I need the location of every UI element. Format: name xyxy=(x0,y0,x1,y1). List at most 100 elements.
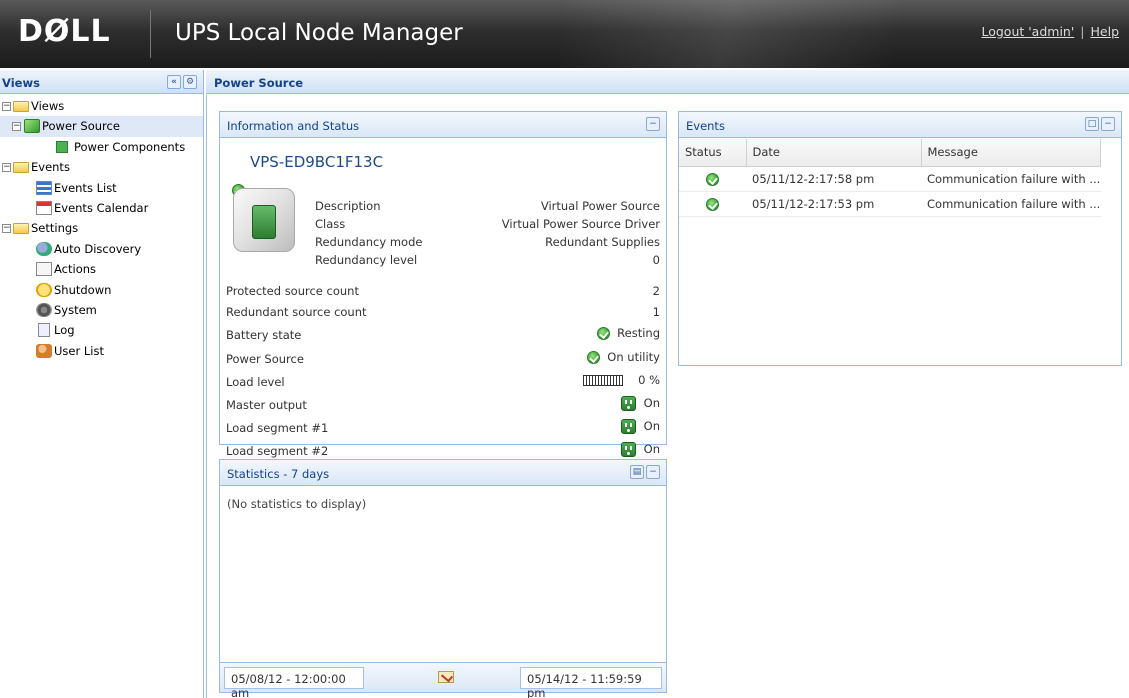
page-title: Power Source xyxy=(214,76,304,90)
status-value: Resting xyxy=(617,326,660,340)
date-cell: 05/11/12-2:17:53 pm xyxy=(746,191,921,217)
collapse-left-icon[interactable]: « xyxy=(167,75,181,89)
table-row[interactable]: 05/11/12-2:17:58 pm Communication failur… xyxy=(679,166,1101,192)
maximize-icon[interactable]: □ xyxy=(1085,117,1099,131)
settings-gear-icon[interactable]: ⚙ xyxy=(183,75,197,89)
master-output-value: On xyxy=(621,396,660,411)
tree-item-label: Log xyxy=(54,323,75,338)
portlet-title: Events xyxy=(686,119,725,133)
info-status-portlet: Information and Status − VPS-ED9BC1F13C … xyxy=(219,111,667,458)
tree-item-power-components[interactable]: Power Components xyxy=(0,137,203,157)
status-label: Load segment #1 xyxy=(226,421,329,435)
detail-label: Class xyxy=(315,217,346,231)
status-label: Redundant source count xyxy=(226,305,367,319)
events-header-row: Status Date Message xyxy=(679,139,1101,167)
table-view-icon[interactable]: ▤ xyxy=(630,465,644,479)
end-date-field[interactable]: 05/14/12 - 11:59:59 pm xyxy=(520,667,662,698)
tree-item-auto-discovery[interactable]: Auto Discovery xyxy=(0,239,203,259)
events-calendar-icon xyxy=(36,200,52,215)
tree-item-settings[interactable]: − Settings xyxy=(0,218,203,238)
power-source-value: On utility xyxy=(586,350,660,364)
tree-item-user-list[interactable]: User List xyxy=(0,341,203,361)
tree-item-shutdown[interactable]: Shutdown xyxy=(0,280,203,300)
message-cell: Communication failure with ... xyxy=(921,166,1101,192)
status-label: Load level xyxy=(226,375,285,389)
status-value: 0 % xyxy=(638,373,660,387)
status-cell xyxy=(679,166,746,192)
message-cell: Communication failure with ... xyxy=(921,191,1101,217)
column-header-message[interactable]: Message xyxy=(921,139,1101,167)
minimize-icon[interactable]: − xyxy=(1101,117,1115,131)
status-cell xyxy=(679,191,746,217)
tree-item-events[interactable]: − Events xyxy=(0,157,203,177)
tree-toggle-icon[interactable]: − xyxy=(2,163,11,173)
tree-item-system[interactable]: System xyxy=(0,300,203,320)
minimize-icon[interactable]: − xyxy=(646,117,660,131)
start-date-field[interactable]: 05/08/12 - 12:00:00 am xyxy=(224,667,364,698)
detail-label: Description xyxy=(315,199,381,213)
status-label: Load segment #2 xyxy=(226,444,329,458)
help-link[interactable]: Help xyxy=(1091,24,1120,39)
date-cell: 05/11/12-2:17:58 pm xyxy=(746,166,921,192)
tree-item-label: Shutdown xyxy=(54,282,112,297)
header-shine xyxy=(560,0,980,68)
app-title: UPS Local Node Manager xyxy=(175,20,463,46)
tree-item-actions[interactable]: Actions xyxy=(0,259,203,279)
auto-discovery-icon xyxy=(36,241,52,256)
tree-item-power-source[interactable]: − Power Source xyxy=(0,116,203,137)
minimize-icon[interactable]: − xyxy=(646,465,660,479)
date-range-icon[interactable] xyxy=(438,671,454,683)
status-label: Protected source count xyxy=(226,284,359,298)
logout-link[interactable]: Logout 'admin' xyxy=(981,24,1074,39)
tree-item-label: Power Components xyxy=(74,139,186,154)
segment1-value: On xyxy=(621,419,660,434)
actions-icon xyxy=(36,262,52,277)
date-range-bar: 05/08/12 - 12:00:00 am 05/14/12 - 11:59:… xyxy=(220,662,666,698)
tree-item-views[interactable]: − Views xyxy=(0,96,203,116)
status-label: Power Source xyxy=(226,352,304,366)
portlet-tools: ▤ − xyxy=(628,465,660,479)
events-header: Events □ − xyxy=(679,112,1121,138)
tree-item-label: Settings xyxy=(31,221,79,236)
tree-toggle-icon[interactable]: − xyxy=(2,102,11,111)
segment2-value: On xyxy=(621,442,660,457)
status-label: Battery state xyxy=(226,328,302,342)
column-header-date[interactable]: Date xyxy=(746,139,922,167)
user-list-icon xyxy=(36,343,52,358)
link-separator: | xyxy=(1080,24,1085,39)
tree-item-log[interactable]: Log xyxy=(0,320,203,340)
table-row[interactable]: 05/11/12-2:17:53 pm Communication failur… xyxy=(679,191,1101,217)
status-value: 1 xyxy=(652,305,660,319)
events-list-icon xyxy=(36,180,52,195)
outlet-icon xyxy=(621,442,637,457)
tree-toggle-icon[interactable]: − xyxy=(2,224,11,234)
portlet-tools: − xyxy=(644,117,660,131)
check-icon xyxy=(586,351,600,364)
main-panel-header: Power Source xyxy=(206,70,1129,94)
status-value: 2 xyxy=(652,284,660,298)
portlet-tools: □ − xyxy=(1083,117,1115,131)
status-value: On utility xyxy=(607,350,660,364)
tree-toggle-icon[interactable]: − xyxy=(12,122,21,132)
device-name[interactable]: VPS-ED9BC1F13C xyxy=(250,153,383,171)
check-icon xyxy=(706,172,719,186)
folder-icon xyxy=(13,162,29,174)
tree-item-label: Events List xyxy=(54,180,117,195)
ups-device-icon xyxy=(233,188,295,252)
views-panel-title: Views xyxy=(2,76,40,90)
dell-logo: DØLL xyxy=(18,14,111,49)
folder-icon xyxy=(13,223,29,235)
outlet-icon xyxy=(621,396,637,411)
battery-state-value: Resting xyxy=(596,326,660,340)
tree-item-label: Actions xyxy=(54,262,97,277)
tree-item-events-list[interactable]: Events List xyxy=(0,178,203,198)
detail-value: Virtual Power Source Driver xyxy=(501,217,660,231)
status-value: On xyxy=(643,419,660,433)
portlet-title: Statistics - 7 days xyxy=(227,467,330,481)
status-value: On xyxy=(643,396,660,410)
system-icon xyxy=(36,302,52,317)
power-source-icon xyxy=(24,119,40,134)
load-bar-icon xyxy=(583,375,624,386)
column-header-status[interactable]: Status xyxy=(679,139,747,167)
tree-item-events-calendar[interactable]: Events Calendar xyxy=(0,198,203,218)
